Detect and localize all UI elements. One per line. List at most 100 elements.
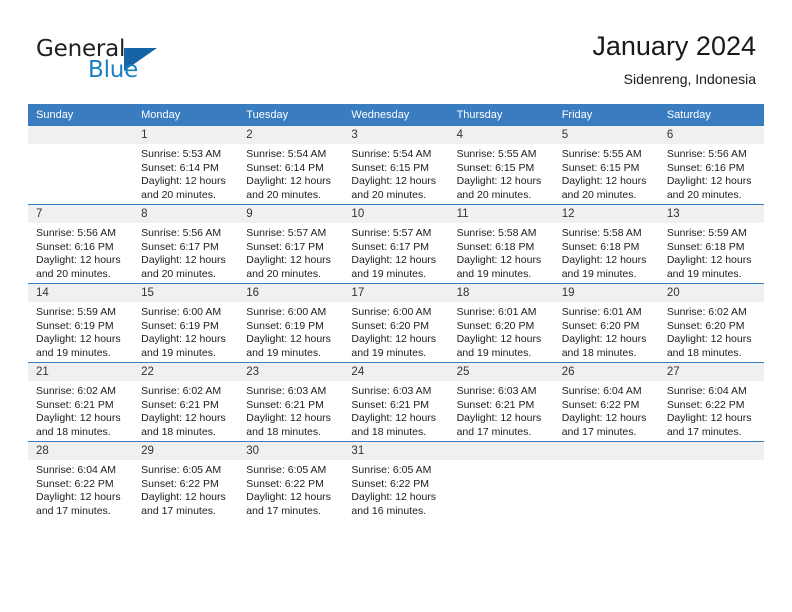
day-details: Sunrise: 6:01 AM Sunset: 6:20 PM Dayligh… [449,302,554,360]
daylight-line-2: and 19 minutes. [351,267,427,280]
day-details: Sunrise: 6:05 AM Sunset: 6:22 PM Dayligh… [133,460,238,518]
day-cell[interactable]: 25 Sunrise: 6:03 AM Sunset: 6:21 PM Dayl… [448,362,554,442]
day-cell[interactable]: 22 Sunrise: 6:02 AM Sunset: 6:21 PM Dayl… [133,362,239,442]
day-cell[interactable]: 5 Sunrise: 5:55 AM Sunset: 6:15 PM Dayli… [553,126,659,205]
day-details [659,460,764,464]
daylight-line-1: Daylight: 12 hours [351,412,437,425]
daylight-line-1: Daylight: 12 hours [246,254,331,267]
sunrise-line: Sunrise: 6:01 AM [561,306,642,318]
sunrise-line: Sunrise: 6:05 AM [246,464,327,476]
calendar-header-row: Sunday Monday Tuesday Wednesday Thursday… [28,104,764,126]
day-cell [448,441,554,520]
day-details: Sunrise: 6:04 AM Sunset: 6:22 PM Dayligh… [554,381,659,439]
day-number: 31 [343,442,449,460]
day-cell[interactable]: 6 Sunrise: 5:56 AM Sunset: 6:16 PM Dayli… [658,126,764,205]
daylight-line-1: Daylight: 12 hours [246,333,331,346]
day-cell[interactable]: 2 Sunrise: 5:54 AM Sunset: 6:14 PM Dayli… [238,126,344,205]
day-cell[interactable]: 13 Sunrise: 5:59 AM Sunset: 6:18 PM Dayl… [658,204,764,284]
day-details: Sunrise: 6:03 AM Sunset: 6:21 PM Dayligh… [343,381,448,439]
sunset-line: Sunset: 6:22 PM [246,477,324,490]
day-cell[interactable]: 26 Sunrise: 6:04 AM Sunset: 6:22 PM Dayl… [553,362,659,442]
day-cell[interactable]: 23 Sunrise: 6:03 AM Sunset: 6:21 PM Dayl… [238,362,344,442]
daylight-line-1: Daylight: 12 hours [351,175,437,188]
day-cell[interactable]: 17 Sunrise: 6:00 AM Sunset: 6:20 PM Dayl… [343,283,449,363]
day-number: 21 [28,363,134,381]
day-cell[interactable]: 10 Sunrise: 5:57 AM Sunset: 6:17 PM Dayl… [343,204,449,284]
daylight-line-2: and 18 minutes. [561,346,637,359]
day-details: Sunrise: 6:04 AM Sunset: 6:22 PM Dayligh… [659,381,764,439]
sunrise-line: Sunrise: 6:03 AM [246,385,327,397]
daylight-line-1: Daylight: 12 hours [456,254,542,267]
day-cell[interactable]: 18 Sunrise: 6:01 AM Sunset: 6:20 PM Dayl… [448,283,554,363]
day-number: 17 [343,284,449,302]
day-details: Sunrise: 6:02 AM Sunset: 6:20 PM Dayligh… [659,302,764,360]
day-cell[interactable]: 29 Sunrise: 6:05 AM Sunset: 6:22 PM Dayl… [133,441,239,520]
sunrise-line: Sunrise: 5:56 AM [141,227,222,239]
daylight-line-1: Daylight: 12 hours [456,333,542,346]
day-cell[interactable]: 4 Sunrise: 5:55 AM Sunset: 6:15 PM Dayli… [448,126,554,205]
calendar-week-row: 1 Sunrise: 5:53 AM Sunset: 6:14 PM Dayli… [28,126,764,205]
day-number: 7 [28,205,134,223]
day-cell[interactable]: 19 Sunrise: 6:01 AM Sunset: 6:20 PM Dayl… [553,283,659,363]
sunrise-line: Sunrise: 6:02 AM [666,306,747,318]
day-cell[interactable]: 14 Sunrise: 5:59 AM Sunset: 6:19 PM Dayl… [28,283,134,363]
day-cell[interactable]: 7 Sunrise: 5:56 AM Sunset: 6:16 PM Dayli… [28,204,134,284]
day-cell[interactable]: 16 Sunrise: 6:00 AM Sunset: 6:19 PM Dayl… [238,283,344,363]
day-cell[interactable]: 20 Sunrise: 6:02 AM Sunset: 6:20 PM Dayl… [658,283,764,363]
day-cell[interactable]: 9 Sunrise: 5:57 AM Sunset: 6:17 PM Dayli… [238,204,344,284]
daylight-line-2: and 17 minutes. [666,425,742,438]
general-blue-logo[interactable]: General Blue [36,36,166,84]
daylight-line-1: Daylight: 12 hours [561,333,647,346]
sunrise-line: Sunrise: 6:00 AM [351,306,432,318]
day-cell[interactable]: 21 Sunrise: 6:02 AM Sunset: 6:21 PM Dayl… [28,362,134,442]
daylight-line-1: Daylight: 12 hours [351,254,437,267]
daylight-line-2: and 19 minutes. [351,346,427,359]
daylight-line-2: and 17 minutes. [246,504,321,517]
sunrise-line: Sunrise: 6:03 AM [351,385,432,397]
weekday-header-sunday: Sunday [28,104,134,126]
day-cell[interactable]: 30 Sunrise: 6:05 AM Sunset: 6:22 PM Dayl… [238,441,344,520]
weekday-header-friday: Friday [553,104,659,126]
daylight-line-2: and 19 minutes. [36,346,111,359]
day-cell [553,441,659,520]
calendar-week-row: 14 Sunrise: 5:59 AM Sunset: 6:19 PM Dayl… [28,283,764,363]
day-cell[interactable]: 3 Sunrise: 5:54 AM Sunset: 6:15 PM Dayli… [343,126,449,205]
sunrise-line: Sunrise: 5:54 AM [351,148,432,160]
day-number: 5 [553,126,659,144]
weekday-header-saturday: Saturday [658,104,764,126]
sunset-line: Sunset: 6:15 PM [561,161,640,174]
day-details: Sunrise: 6:00 AM Sunset: 6:19 PM Dayligh… [133,302,238,360]
day-details: Sunrise: 6:02 AM Sunset: 6:21 PM Dayligh… [133,381,238,439]
day-number: 14 [28,284,134,302]
day-cell[interactable]: 27 Sunrise: 6:04 AM Sunset: 6:22 PM Dayl… [658,362,764,442]
daylight-line-2: and 18 minutes. [351,425,427,438]
daylight-line-2: and 17 minutes. [36,504,111,517]
day-details [554,460,659,464]
sunrise-line: Sunrise: 6:00 AM [141,306,222,318]
daylight-line-2: and 18 minutes. [666,346,742,359]
day-cell[interactable]: 8 Sunrise: 5:56 AM Sunset: 6:17 PM Dayli… [133,204,239,284]
daylight-line-1: Daylight: 12 hours [561,254,647,267]
daylight-line-1: Daylight: 12 hours [666,175,752,188]
sunset-line: Sunset: 6:21 PM [141,398,219,411]
day-details: Sunrise: 6:02 AM Sunset: 6:21 PM Dayligh… [28,381,133,439]
sunrise-line: Sunrise: 5:58 AM [561,227,642,239]
day-details: Sunrise: 5:55 AM Sunset: 6:15 PM Dayligh… [449,144,554,202]
sunrise-line: Sunrise: 5:54 AM [246,148,327,160]
daylight-line-2: and 18 minutes. [246,425,321,438]
daylight-line-2: and 16 minutes. [351,504,427,517]
day-details [449,460,554,464]
sunset-line: Sunset: 6:18 PM [666,240,745,253]
day-cell[interactable]: 15 Sunrise: 6:00 AM Sunset: 6:19 PM Dayl… [133,283,239,363]
day-number [658,442,764,460]
day-cell[interactable]: 12 Sunrise: 5:58 AM Sunset: 6:18 PM Dayl… [553,204,659,284]
day-details: Sunrise: 5:56 AM Sunset: 6:17 PM Dayligh… [133,223,238,281]
day-cell[interactable]: 28 Sunrise: 6:04 AM Sunset: 6:22 PM Dayl… [28,441,134,520]
daylight-line-1: Daylight: 12 hours [666,333,752,346]
day-number: 27 [658,363,764,381]
daylight-line-2: and 20 minutes. [141,267,216,280]
day-cell[interactable]: 31 Sunrise: 6:05 AM Sunset: 6:22 PM Dayl… [343,441,449,520]
day-cell[interactable]: 1 Sunrise: 5:53 AM Sunset: 6:14 PM Dayli… [133,126,239,205]
day-cell[interactable]: 24 Sunrise: 6:03 AM Sunset: 6:21 PM Dayl… [343,362,449,442]
day-cell[interactable]: 11 Sunrise: 5:58 AM Sunset: 6:18 PM Dayl… [448,204,554,284]
